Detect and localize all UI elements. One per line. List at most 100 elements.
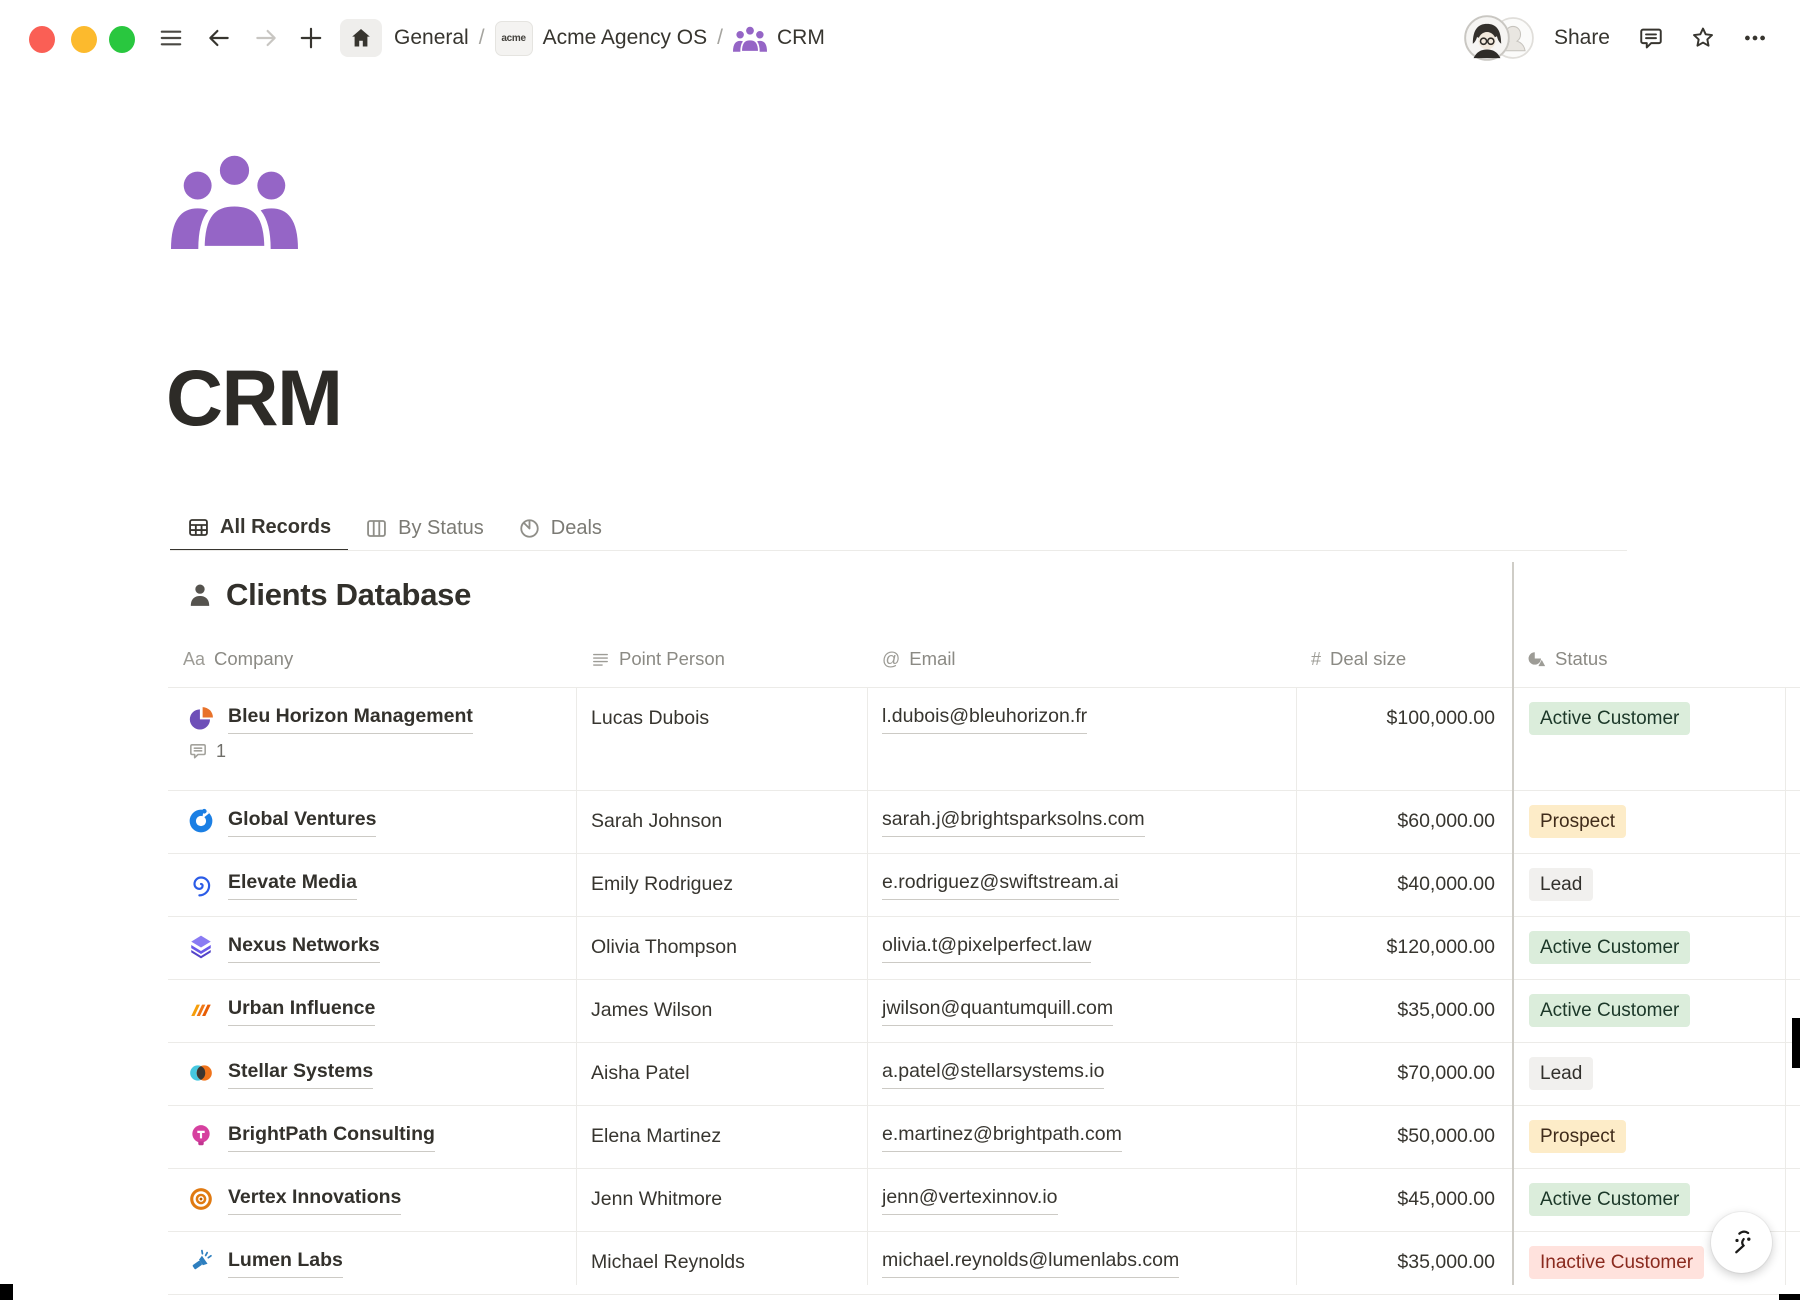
point-person-cell[interactable]: Sarah Johnson bbox=[576, 791, 867, 853]
status-badge[interactable]: Inactive Customer bbox=[1529, 1246, 1704, 1279]
company-cell[interactable]: Global Ventures bbox=[168, 791, 576, 853]
table-row[interactable]: Stellar Systems Aisha Patel a.patel@stel… bbox=[168, 1043, 1800, 1106]
deal-size-cell[interactable]: $40,000.00 bbox=[1296, 854, 1512, 916]
new-page-icon[interactable] bbox=[298, 25, 324, 51]
table-row[interactable]: Elevate Media Emily Rodriguez e.rodrigue… bbox=[168, 854, 1800, 917]
status-cell[interactable]: Prospect bbox=[1512, 791, 1785, 853]
company-cell[interactable]: Lumen Labs bbox=[168, 1232, 576, 1294]
status-badge[interactable]: Active Customer bbox=[1529, 702, 1690, 735]
tab-all-records[interactable]: All Records bbox=[170, 505, 348, 551]
point-person-cell[interactable]: Michael Reynolds bbox=[576, 1232, 867, 1294]
status-badge[interactable]: Active Customer bbox=[1529, 931, 1690, 964]
status-badge[interactable]: Lead bbox=[1529, 868, 1593, 901]
point-person-cell[interactable]: Elena Martinez bbox=[576, 1106, 867, 1168]
email-link[interactable]: e.martinez@brightpath.com bbox=[882, 1119, 1122, 1152]
email-link[interactable]: jwilson@quantumquill.com bbox=[882, 993, 1113, 1026]
comments-icon[interactable] bbox=[1638, 25, 1664, 51]
breadcrumb-acme-agency-os[interactable]: Acme Agency OS bbox=[543, 26, 708, 50]
email-cell[interactable]: l.dubois@bleuhorizon.fr bbox=[867, 688, 1296, 790]
acme-workspace-icon[interactable]: acme bbox=[495, 21, 533, 56]
company-cell[interactable]: Elevate Media bbox=[168, 854, 576, 916]
deal-size-cell[interactable]: $60,000.00 bbox=[1296, 791, 1512, 853]
company-link[interactable]: Lumen Labs bbox=[228, 1245, 343, 1278]
tab-deals[interactable]: Deals bbox=[501, 505, 619, 551]
traffic-light-minimize[interactable] bbox=[71, 26, 97, 53]
frozen-column-divider[interactable] bbox=[1512, 562, 1514, 1285]
breadcrumb-crm[interactable]: CRM bbox=[777, 26, 825, 50]
status-badge[interactable]: Prospect bbox=[1529, 1120, 1626, 1153]
notion-ai-button[interactable] bbox=[1711, 1212, 1772, 1273]
status-cell[interactable]: Active Customer bbox=[1512, 980, 1785, 1042]
status-cell[interactable]: Active Customer bbox=[1512, 688, 1785, 790]
email-cell[interactable]: a.patel@stellarsystems.io bbox=[867, 1043, 1296, 1105]
company-link[interactable]: Urban Influence bbox=[228, 993, 375, 1026]
company-cell[interactable]: Stellar Systems bbox=[168, 1043, 576, 1105]
point-person-cell[interactable]: James Wilson bbox=[576, 980, 867, 1042]
company-cell[interactable]: Nexus Networks bbox=[168, 917, 576, 979]
avatar[interactable] bbox=[1464, 15, 1510, 61]
point-person-cell[interactable]: Jenn Whitmore bbox=[576, 1169, 867, 1231]
email-link[interactable]: l.dubois@bleuhorizon.fr bbox=[882, 701, 1087, 734]
email-link[interactable]: sarah.j@brightsparksolns.com bbox=[882, 804, 1145, 837]
email-link[interactable]: a.patel@stellarsystems.io bbox=[882, 1056, 1104, 1089]
share-button[interactable]: Share bbox=[1554, 26, 1610, 50]
breadcrumb-general[interactable]: General bbox=[394, 26, 469, 50]
deal-size-cell[interactable]: $100,000.00 bbox=[1296, 688, 1512, 790]
table-row[interactable]: Nexus Networks Olivia Thompson olivia.t@… bbox=[168, 917, 1800, 980]
status-cell[interactable]: Active Customer bbox=[1512, 917, 1785, 979]
table-row[interactable]: Urban Influence James Wilson jwilson@qua… bbox=[168, 980, 1800, 1043]
email-link[interactable]: jenn@vertexinnov.io bbox=[882, 1182, 1058, 1215]
status-badge[interactable]: Active Customer bbox=[1529, 994, 1690, 1027]
company-cell[interactable]: BrightPath Consulting bbox=[168, 1106, 576, 1168]
favorite-star-icon[interactable] bbox=[1690, 25, 1716, 51]
point-person-cell[interactable]: Olivia Thompson bbox=[576, 917, 867, 979]
deal-size-cell[interactable]: $50,000.00 bbox=[1296, 1106, 1512, 1168]
company-cell[interactable]: Bleu Horizon Management 1 bbox=[168, 688, 576, 790]
table-row[interactable]: Vertex Innovations Jenn Whitmore jenn@ve… bbox=[168, 1169, 1800, 1232]
email-link[interactable]: michael.reynolds@lumenlabs.com bbox=[882, 1245, 1179, 1278]
email-cell[interactable]: olivia.t@pixelperfect.law bbox=[867, 917, 1296, 979]
sidebar-menu-icon[interactable] bbox=[158, 25, 184, 51]
email-cell[interactable]: e.martinez@brightpath.com bbox=[867, 1106, 1296, 1168]
point-person-cell[interactable]: Aisha Patel bbox=[576, 1043, 867, 1105]
table-row[interactable]: Global Ventures Sarah Johnson sarah.j@br… bbox=[168, 791, 1800, 854]
email-cell[interactable]: jenn@vertexinnov.io bbox=[867, 1169, 1296, 1231]
table-row[interactable]: Lumen Labs Michael Reynolds michael.reyn… bbox=[168, 1232, 1800, 1295]
more-options-icon[interactable] bbox=[1742, 25, 1768, 51]
status-cell[interactable]: Lead bbox=[1512, 854, 1785, 916]
status-badge[interactable]: Active Customer bbox=[1529, 1183, 1690, 1216]
page-title[interactable]: CRM bbox=[166, 358, 341, 437]
comment-count[interactable]: 1 bbox=[188, 739, 226, 763]
deal-size-cell[interactable]: $35,000.00 bbox=[1296, 980, 1512, 1042]
email-cell[interactable]: michael.reynolds@lumenlabs.com bbox=[867, 1232, 1296, 1294]
company-cell[interactable]: Urban Influence bbox=[168, 980, 576, 1042]
column-header-status[interactable]: Status bbox=[1512, 631, 1785, 687]
email-cell[interactable]: sarah.j@brightsparksolns.com bbox=[867, 791, 1296, 853]
email-cell[interactable]: e.rodriguez@swiftstream.ai bbox=[867, 854, 1296, 916]
deal-size-cell[interactable]: $45,000.00 bbox=[1296, 1169, 1512, 1231]
home-button[interactable] bbox=[340, 19, 382, 57]
email-link[interactable]: e.rodriguez@swiftstream.ai bbox=[882, 867, 1119, 900]
deal-size-cell[interactable]: $35,000.00 bbox=[1296, 1232, 1512, 1294]
company-link[interactable]: Elevate Media bbox=[228, 867, 357, 900]
column-header-deal-size[interactable]: # Deal size bbox=[1296, 631, 1512, 687]
status-cell[interactable]: Lead bbox=[1512, 1043, 1785, 1105]
column-header-point-person[interactable]: Point Person bbox=[576, 631, 867, 687]
traffic-light-close[interactable] bbox=[29, 26, 55, 53]
point-person-cell[interactable]: Emily Rodriguez bbox=[576, 854, 867, 916]
collaborator-avatars[interactable] bbox=[1464, 15, 1536, 61]
table-row[interactable]: BrightPath Consulting Elena Martinez e.m… bbox=[168, 1106, 1800, 1169]
tab-by-status[interactable]: By Status bbox=[348, 505, 501, 551]
nav-forward-icon[interactable] bbox=[253, 25, 279, 51]
company-cell[interactable]: Vertex Innovations bbox=[168, 1169, 576, 1231]
nav-back-icon[interactable] bbox=[206, 25, 232, 51]
company-link[interactable]: Bleu Horizon Management bbox=[228, 701, 473, 734]
traffic-light-maximize[interactable] bbox=[109, 26, 135, 53]
company-link[interactable]: Global Ventures bbox=[228, 804, 376, 837]
deal-size-cell[interactable]: $70,000.00 bbox=[1296, 1043, 1512, 1105]
point-person-cell[interactable]: Lucas Dubois bbox=[576, 688, 867, 790]
company-link[interactable]: Nexus Networks bbox=[228, 930, 380, 963]
company-link[interactable]: Stellar Systems bbox=[228, 1056, 373, 1089]
column-header-company[interactable]: Aa Company bbox=[168, 631, 576, 687]
status-cell[interactable]: Prospect bbox=[1512, 1106, 1785, 1168]
